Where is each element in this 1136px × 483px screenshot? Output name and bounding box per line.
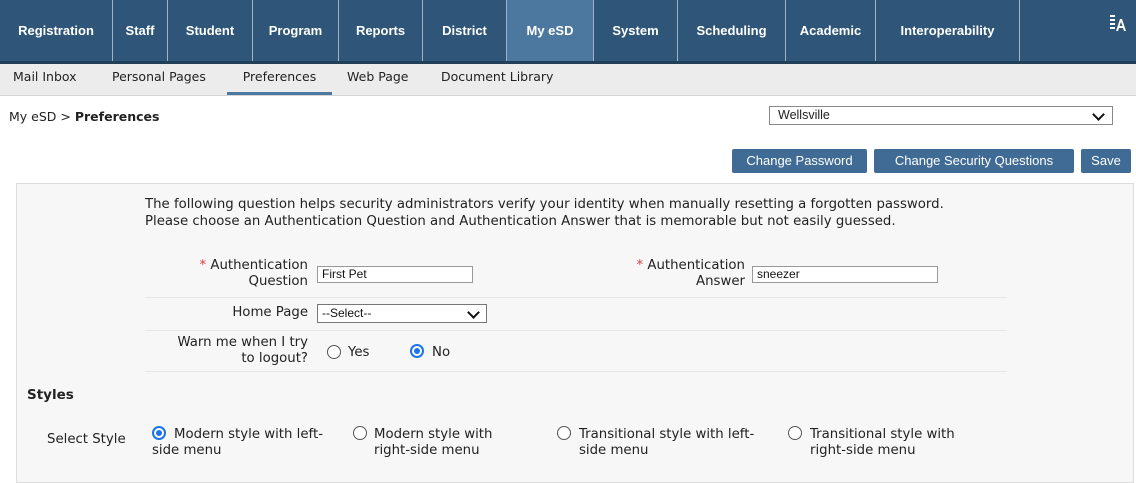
style-transitional-right-line1: Transitional style with [810,427,955,442]
row-divider [145,297,1007,298]
nav-academic[interactable]: Academic [786,0,876,61]
auth-answer-label-line1: Authentication [647,258,745,273]
style-modern-left-line2: side menu [152,443,222,458]
font-size-icon[interactable] [1110,14,1126,35]
nav-my-esd[interactable]: My eSD [507,0,594,61]
auth-question-label-line2: Question [248,274,308,289]
save-button[interactable]: Save [1081,149,1131,173]
home-page-select[interactable]: --Select-- [317,304,487,323]
row-divider [145,371,1007,372]
style-modern-right-label: Modern style with right-side menu [353,427,543,459]
font-size-icon-graphic [1110,15,1126,31]
subnav-personal-pages[interactable]: Personal Pages [112,64,206,95]
auth-question-label-line1: Authentication [210,258,308,273]
style-modern-left-line1: Modern style with left- [174,427,323,442]
warn-yes-label: Yes [348,345,370,360]
nav-reports[interactable]: Reports [339,0,423,61]
warn-logout-label-line2: to logout? [241,351,308,366]
warn-no-label: No [432,345,451,360]
change-security-questions-button[interactable]: Change Security Questions [874,149,1074,173]
home-page-label: Home Page [232,305,308,320]
chevron-down-icon [1092,108,1105,121]
auth-answer-label: * Authentication Answer [600,258,745,290]
style-modern-left-label: Modern style with left- side menu [152,427,342,459]
style-transitional-right-label: Transitional style with right-side menu [788,427,988,459]
chevron-down-icon [467,306,480,319]
security-intro-text: The following question helps security ad… [145,197,944,229]
style-transitional-left-label: Transitional style with left- side menu [557,427,787,459]
required-marker: * [199,258,207,273]
select-style-label: Select Style [47,432,126,447]
styles-heading: Styles [27,387,74,403]
auth-question-label: * Authentication Question [150,258,308,290]
home-page-select-value: --Select-- [322,306,372,320]
nav-interoperability[interactable]: Interoperability [876,0,1020,61]
style-transitional-left-line1: Transitional style with left- [579,427,755,442]
style-modern-right-line1: Modern style with [374,427,493,442]
change-password-button[interactable]: Change Password [732,149,867,173]
subnav-mail-inbox[interactable]: Mail Inbox [13,64,77,95]
style-modern-right-line2: right-side menu [374,443,480,458]
nav-scheduling[interactable]: Scheduling [678,0,786,61]
warn-yes-radio[interactable] [327,345,341,359]
breadcrumb-separator: > [60,109,71,124]
required-marker: * [636,258,644,273]
style-transitional-left-line2: side menu [579,443,649,458]
auth-answer-label-line2: Answer [696,274,745,289]
subnav-preferences[interactable]: Preferences [227,64,332,95]
nav-registration[interactable]: Registration [0,0,113,61]
warn-logout-label-line1: Warn me when I try [177,335,308,350]
subnav-document-library[interactable]: Document Library [441,64,553,95]
site-select-value: Wellsville [778,108,830,122]
warn-logout-label: Warn me when I try to logout? [130,335,308,367]
site-select[interactable]: Wellsville [769,106,1113,125]
warn-no-radio[interactable] [410,344,424,358]
auth-question-input[interactable]: First Pet [317,266,473,283]
style-transitional-right-line2: right-side menu [810,443,916,458]
breadcrumb: My eSD > Preferences [9,109,159,124]
nav-system[interactable]: System [594,0,678,61]
nav-district[interactable]: District [423,0,507,61]
auth-answer-input[interactable]: sneezer [752,266,938,283]
breadcrumb-current: Preferences [74,109,160,124]
sub-nav: Mail Inbox Personal Pages Preferences We… [0,64,1136,96]
nav-staff[interactable]: Staff [113,0,168,61]
row-divider [145,330,1007,331]
subnav-web-page[interactable]: Web Page [347,64,409,95]
nav-student[interactable]: Student [168,0,253,61]
breadcrumb-parent[interactable]: My eSD [9,109,56,124]
top-nav: Registration Staff Student Program Repor… [0,0,1136,64]
nav-program[interactable]: Program [253,0,339,61]
